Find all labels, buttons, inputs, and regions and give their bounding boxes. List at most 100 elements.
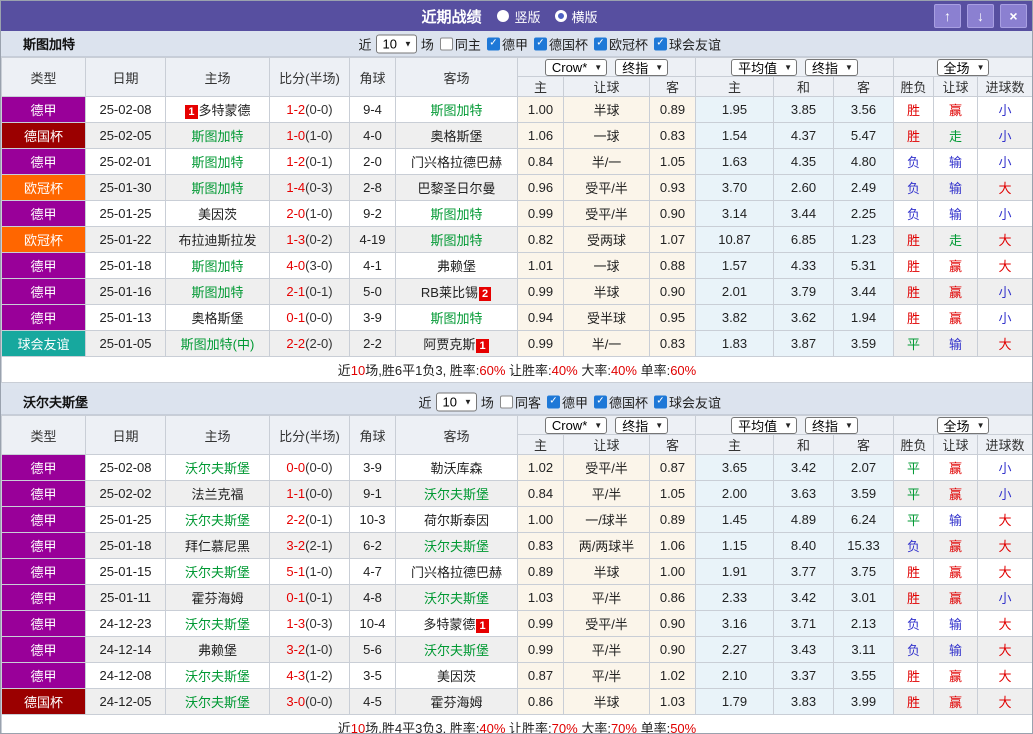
half-time-score: (0-0) bbox=[305, 102, 333, 117]
avg-home-odds: 3.82 bbox=[695, 304, 774, 331]
result-outcome: 胜 bbox=[893, 122, 934, 149]
home-team-name: 斯图加特(中) bbox=[180, 337, 255, 352]
handicap-line: 受平/半 bbox=[563, 610, 650, 637]
corner-cell: 4-8 bbox=[349, 584, 396, 611]
average-select[interactable]: 平均值 ▼ bbox=[731, 416, 797, 434]
average-select[interactable]: 平均值 ▼ bbox=[731, 58, 797, 76]
away-team-name: 勒沃库森 bbox=[430, 461, 483, 476]
same-venue-checkbox-label: 同主 bbox=[454, 37, 481, 52]
competition-checkbox[interactable]: ✓ 德国杯 bbox=[593, 392, 648, 411]
avg-home-odds: 1.79 bbox=[695, 688, 774, 715]
competition-cell: 球会友谊 bbox=[1, 330, 86, 357]
same-venue-checkbox[interactable]: 同客 bbox=[499, 392, 541, 411]
away-team-cell: 巴黎圣日尔曼 bbox=[395, 174, 518, 201]
column-subheader: 客 bbox=[833, 434, 894, 455]
competition-cell: 德甲 bbox=[1, 532, 86, 559]
handicap-home-odds: 0.84 bbox=[517, 148, 564, 175]
scope-select-value: 全场 bbox=[943, 60, 970, 76]
competition-checkbox[interactable]: ✓ 欧冠杯 bbox=[593, 34, 648, 53]
summary-text: 让胜率: bbox=[505, 363, 552, 378]
home-team-name: 斯图加特 bbox=[191, 129, 244, 144]
away-team-cell: 多特蒙德 1 bbox=[395, 610, 518, 637]
competition-checkbox[interactable]: ✓ 德国杯 bbox=[533, 34, 588, 53]
handicap-away-odds: 0.90 bbox=[649, 278, 696, 305]
match-row: 德甲 24-12-08 沃尔夫斯堡 4-3(1-2) 3-5 美因茨 0.87 平/半 1.02… bbox=[1, 662, 1032, 689]
move-down-button[interactable]: ↓ bbox=[967, 4, 994, 28]
same-venue-checkbox[interactable]: 同主 bbox=[439, 34, 481, 53]
scope-select[interactable]: 全场 ▼ bbox=[936, 58, 990, 76]
home-team-cell: 布拉迪斯拉发 bbox=[165, 226, 270, 253]
competition-cell: 德国杯 bbox=[1, 122, 86, 149]
away-team-name: 沃尔夫斯堡 bbox=[423, 487, 489, 502]
average-time-select[interactable]: 终指 ▼ bbox=[805, 58, 858, 76]
odds-source-select[interactable]: Crow* ▼ bbox=[544, 416, 608, 434]
match-row: 德甲 24-12-14 弗赖堡 3-2(1-0) 5-6 沃尔夫斯堡 0.99 平/半 0.90… bbox=[1, 636, 1032, 663]
match-row: 德甲 25-01-18 拜仁慕尼黑 3-2(2-1) 6-2 沃尔夫斯堡 0.83 两/两球半… bbox=[1, 532, 1032, 559]
competition-checkbox[interactable]: ✓ 球会友谊 bbox=[653, 392, 721, 411]
result-goals: 大 bbox=[976, 662, 1032, 689]
titlebar: 近期战绩 竖版 横版 ↑ ↓ × bbox=[1, 1, 1032, 31]
odds-time-select[interactable]: 终指 ▼ bbox=[615, 416, 669, 434]
half-time-score: (1-0) bbox=[305, 128, 333, 143]
summary-row: 近10场,胜4平3负3, 胜率:40% 让胜率:70% 大率:70% 单率:50… bbox=[1, 714, 1032, 733]
away-team-name: 沃尔夫斯堡 bbox=[423, 591, 489, 606]
date-cell: 25-01-25 bbox=[85, 200, 166, 227]
team-name: 沃尔夫斯堡 bbox=[23, 395, 89, 410]
score-cell: 4-0(3-0) bbox=[269, 252, 350, 279]
odds-source-select[interactable]: Crow* ▼ bbox=[544, 58, 608, 76]
checkbox-checked-icon: ✓ bbox=[533, 37, 547, 50]
recent-count-select[interactable]: 10 ▼ bbox=[435, 392, 477, 411]
home-team-name: 拜仁慕尼黑 bbox=[184, 539, 250, 554]
recent-count-select-value: 10 bbox=[442, 394, 457, 409]
away-team-cell: 门兴格拉德巴赫 bbox=[395, 558, 518, 585]
date-cell: 25-01-30 bbox=[85, 174, 166, 201]
half-time-score: (0-1) bbox=[305, 590, 333, 605]
competition-cell: 德甲 bbox=[1, 636, 86, 663]
odds-group-header-selects: Crow* ▼ 终指 ▼ bbox=[519, 416, 695, 434]
checkbox-checked-icon: ✓ bbox=[653, 37, 667, 50]
half-time-score: (1-0) bbox=[305, 564, 333, 579]
competition-checkbox[interactable]: ✓ 德甲 bbox=[486, 34, 528, 53]
summary-text: 近 bbox=[337, 363, 351, 378]
odds-time-select-value: 终指 bbox=[622, 60, 649, 76]
odds-group-header-selects: Crow* ▼ 终指 ▼ bbox=[519, 58, 695, 76]
result-group-header: 全场 ▼ bbox=[892, 57, 1032, 77]
chevron-down-icon: ▼ bbox=[784, 420, 792, 430]
corner-cell: 2-0 bbox=[349, 148, 396, 175]
competition-cell: 德甲 bbox=[1, 662, 86, 689]
home-team-name: 斯图加特 bbox=[191, 285, 244, 300]
competition-checkbox[interactable]: ✓ 球会友谊 bbox=[653, 34, 721, 53]
score-cell: 1-2(0-0) bbox=[269, 96, 350, 123]
column-subheader: 胜负 bbox=[893, 434, 934, 455]
result-goals: 小 bbox=[976, 304, 1032, 331]
avg-draw-odds: 4.37 bbox=[773, 122, 834, 149]
competition-checkbox[interactable]: ✓ 德甲 bbox=[546, 392, 588, 411]
games-label: 场 bbox=[420, 37, 434, 52]
recent-count-select[interactable]: 10 ▼ bbox=[375, 34, 417, 53]
scope-select[interactable]: 全场 ▼ bbox=[936, 416, 990, 434]
layout-radio-horizontal[interactable]: 横版 bbox=[554, 7, 598, 26]
recent-count-select-value: 10 bbox=[382, 36, 397, 51]
layout-radio-vertical[interactable]: 竖版 bbox=[497, 7, 541, 26]
result-goals: 大 bbox=[976, 636, 1032, 663]
home-team-cell: 沃尔夫斯堡 bbox=[165, 506, 270, 533]
away-team-name: 斯图加特 bbox=[430, 233, 483, 248]
home-team-name: 布拉迪斯拉发 bbox=[178, 233, 257, 248]
handicap-line: 受平/半 bbox=[563, 200, 650, 227]
home-team-cell: 奥格斯堡 bbox=[165, 304, 270, 331]
handicap-home-odds: 0.99 bbox=[517, 278, 564, 305]
column-subheader: 主 bbox=[695, 434, 774, 455]
odds-time-select[interactable]: 终指 ▼ bbox=[615, 58, 669, 76]
close-button[interactable]: × bbox=[1000, 4, 1027, 28]
home-team-name: 沃尔夫斯堡 bbox=[184, 617, 250, 632]
away-team-name: 门兴格拉德巴赫 bbox=[410, 155, 502, 170]
home-team-cell: 拜仁慕尼黑 bbox=[165, 532, 270, 559]
avg-draw-odds: 4.33 bbox=[773, 252, 834, 279]
average-time-select[interactable]: 终指 ▼ bbox=[805, 416, 858, 434]
summary-text: 40% bbox=[610, 363, 637, 378]
result-goals: 小 bbox=[976, 454, 1032, 481]
score-cell: 2-2(0-1) bbox=[269, 506, 350, 533]
full-time-score: 2-2 bbox=[286, 512, 306, 527]
handicap-line: 半球 bbox=[563, 688, 650, 715]
move-up-button[interactable]: ↑ bbox=[934, 4, 961, 28]
